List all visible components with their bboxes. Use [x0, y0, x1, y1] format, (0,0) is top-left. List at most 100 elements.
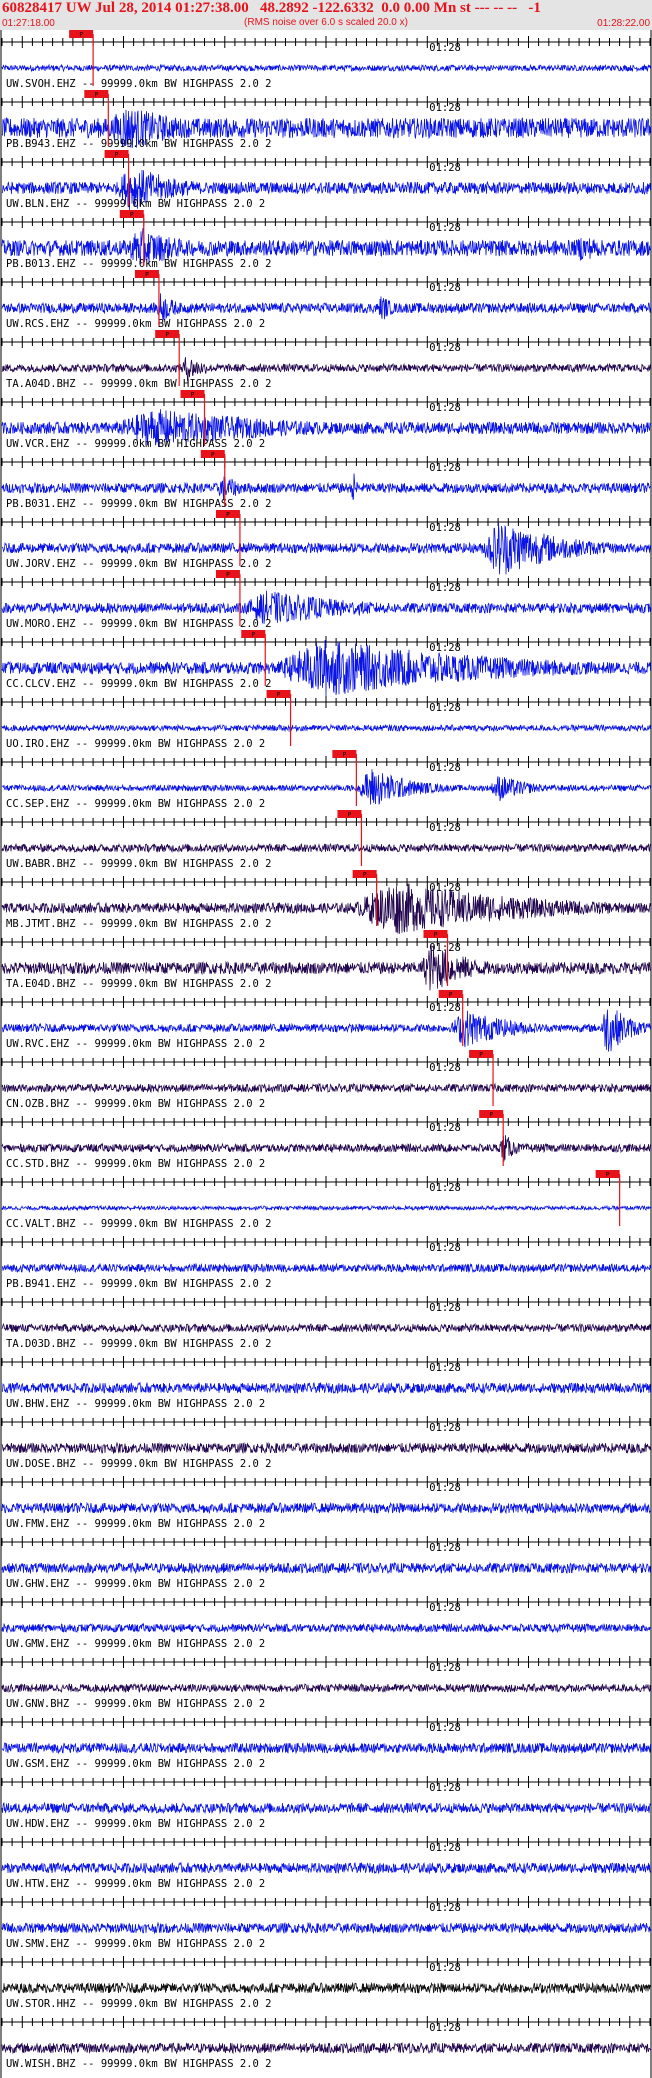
waveform-trace — [1, 723, 651, 733]
station-label: UW.RCS.EHZ -- 99999.0km BW HIGHPASS 2.0 … — [6, 318, 265, 330]
minute-mark-label: 01:28 — [429, 1002, 461, 1014]
minute-mark-label: 01:28 — [429, 2022, 461, 2034]
pick-flag-label: P — [226, 572, 230, 579]
station-label: UW.JORV.EHZ -- 99999.0km BW HIGHPASS 2.0… — [6, 558, 272, 570]
station-label: PB.B013.EHZ -- 99999.0km BW HIGHPASS 2.0… — [6, 258, 272, 270]
station-label: PB.B941.EHZ -- 99999.0km BW HIGHPASS 2.0… — [6, 1278, 272, 1290]
station-label: UW.SVOH.EHZ -- 99999.0km BW HIGHPASS 2.0… — [6, 78, 272, 90]
station-label: UO.IRO.EHZ -- 99999.0km BW HIGHPASS 2.0 … — [6, 738, 265, 750]
station-label: MB.JTMT.BHZ -- 99999.0km BW HIGHPASS 2.0… — [6, 918, 272, 930]
station-label: CC.SEP.EHZ -- 99999.0km BW HIGHPASS 2.0 … — [6, 798, 265, 810]
station-label: UW.VCR.EHZ -- 99999.0km BW HIGHPASS 2.0 … — [6, 438, 265, 450]
minute-mark-label: 01:28 — [429, 342, 461, 354]
minute-mark-label: 01:28 — [429, 1662, 461, 1674]
pick-flag-label: P — [130, 212, 134, 219]
minute-mark-label: 01:28 — [429, 1722, 461, 1734]
station-label: CC.CLCV.EHZ -- 99999.0km BW HIGHPASS 2.0… — [6, 678, 272, 690]
minute-mark-label: 01:28 — [429, 1602, 461, 1614]
station-label: UW.BABR.BHZ -- 99999.0km BW HIGHPASS 2.0… — [6, 858, 272, 870]
pick-flag-label: P — [115, 152, 119, 159]
station-label: UW.GHW.EHZ -- 99999.0km BW HIGHPASS 2.0 … — [6, 1578, 265, 1590]
minute-mark-label: 01:28 — [429, 1542, 461, 1554]
waveform-trace — [1, 63, 651, 73]
station-label: PB.B943.EHZ -- 99999.0km BW HIGHPASS 2.0… — [6, 138, 272, 150]
minute-mark-label: 01:28 — [429, 642, 461, 654]
minute-mark-label: 01:28 — [429, 522, 461, 534]
pick-flag-label: P — [95, 92, 99, 99]
waveform-trace — [1, 1682, 651, 1694]
waveform-trace — [1, 1622, 651, 1634]
station-label: UW.RVC.EHZ -- 99999.0km BW HIGHPASS 2.0 … — [6, 1038, 265, 1050]
minute-mark-label: 01:28 — [429, 162, 461, 174]
station-label: CC.VALT.BHZ -- 99999.0km BW HIGHPASS 2.0… — [6, 1218, 272, 1230]
waveform-trace — [1, 1322, 651, 1334]
station-label: UW.GNW.BHZ -- 99999.0km BW HIGHPASS 2.0 … — [6, 1698, 265, 1710]
waveform-trace — [1, 473, 651, 501]
pick-flag-label: P — [251, 632, 255, 639]
station-label: UW.GSM.EHZ -- 99999.0km BW HIGHPASS 2.0 … — [6, 1758, 265, 1770]
minute-mark-label: 01:28 — [429, 1062, 461, 1074]
seismogram-plot: 01:28 UW.SVOH.EHZ -- 99999.0km BW HIGHPAS… — [0, 30, 652, 2078]
waveform-trace — [1, 2041, 651, 2055]
pick-flag-label: P — [434, 932, 438, 939]
pick-flag-label: P — [363, 872, 367, 879]
minute-mark-label: 01:28 — [429, 822, 461, 834]
station-label: TA.A04D.BHZ -- 99999.0km BW HIGHPASS 2.0… — [6, 378, 272, 390]
station-label: UW.BLN.EHZ -- 99999.0km BW HIGHPASS 2.0 … — [6, 198, 265, 210]
pick-flag-label: P — [606, 1172, 610, 1179]
waveform-trace — [1, 1861, 651, 1875]
station-label: PB.B031.EHZ -- 99999.0km BW HIGHPASS 2.0… — [6, 498, 272, 510]
station-label: UW.BHW.EHZ -- 99999.0km BW HIGHPASS 2.0 … — [6, 1398, 265, 1410]
minute-mark-label: 01:28 — [429, 402, 461, 414]
waveform-trace — [1, 1741, 651, 1755]
pick-flag-label: P — [165, 332, 169, 339]
minute-mark-label: 01:28 — [429, 462, 461, 474]
waveform-trace — [1, 1981, 651, 1995]
station-label: UW.HDW.EHZ -- 99999.0km BW HIGHPASS 2.0 … — [6, 1818, 265, 1830]
pick-flag-label: P — [489, 1112, 493, 1119]
station-label: CC.STD.BHZ -- 99999.0km BW HIGHPASS 2.0 … — [6, 1158, 265, 1170]
waveform-trace — [1, 1561, 651, 1575]
pick-flag-label: P — [479, 1052, 483, 1059]
waveform-trace — [1, 293, 651, 320]
waveform-trace — [1, 1082, 651, 1094]
pick-flag-label: P — [277, 692, 281, 699]
minute-mark-label: 01:28 — [429, 1482, 461, 1494]
waveform-trace — [1, 1262, 651, 1274]
pick-flag-label: P — [348, 812, 352, 819]
station-label: UW.GMW.EHZ -- 99999.0km BW HIGHPASS 2.0 … — [6, 1638, 265, 1650]
waveform-trace — [1, 1801, 651, 1815]
waveform-trace — [1, 1501, 651, 1515]
pick-flag-label: P — [226, 512, 230, 519]
station-label: UW.MORO.EHZ -- 99999.0km BW HIGHPASS 2.0… — [6, 618, 272, 630]
minute-mark-label: 01:28 — [429, 1962, 461, 1974]
minute-mark-label: 01:28 — [429, 1182, 461, 1194]
minute-mark-label: 01:28 — [429, 1902, 461, 1914]
minute-mark-label: 01:28 — [429, 282, 461, 294]
waveform-trace — [1, 842, 651, 854]
minute-mark-label: 01:28 — [429, 42, 461, 54]
minute-mark-label: 01:28 — [429, 102, 461, 114]
minute-mark-label: 01:28 — [429, 1362, 461, 1374]
station-label: TA.D03D.BHZ -- 99999.0km BW HIGHPASS 2.0… — [6, 1338, 272, 1350]
station-label: UW.STOR.HHZ -- 99999.0km BW HIGHPASS 2.0… — [6, 1998, 272, 2010]
waveform-trace — [1, 1204, 651, 1212]
station-label: UW.HTW.EHZ -- 99999.0km BW HIGHPASS 2.0 … — [6, 1878, 265, 1890]
waveform-trace — [2, 1381, 651, 1395]
pick-flag-label: P — [191, 392, 195, 399]
minute-mark-label: 01:28 — [429, 1842, 461, 1854]
station-label: UW.WISH.BHZ -- 99999.0km BW HIGHPASS 2.0… — [6, 2058, 272, 2070]
minute-mark-label: 01:28 — [429, 1242, 461, 1254]
station-label: UW.SMW.EHZ -- 99999.0km BW HIGHPASS 2.0 … — [6, 1938, 265, 1950]
waveform-trace — [1, 1921, 651, 1935]
pick-flag-label: P — [145, 272, 149, 279]
minute-mark-label: 01:28 — [429, 1122, 461, 1134]
minute-mark-label: 01:28 — [429, 1422, 461, 1434]
minute-mark-label: 01:28 — [429, 1302, 461, 1314]
station-label: CN.OZB.BHZ -- 99999.0km BW HIGHPASS 2.0 … — [6, 1098, 265, 1110]
minute-mark-label: 01:28 — [429, 582, 461, 594]
pick-flag-label: P — [211, 452, 215, 459]
station-label: UW.FMW.EHZ -- 99999.0km BW HIGHPASS 2.0 … — [6, 1518, 265, 1530]
station-label: TA.E04D.BHZ -- 99999.0km BW HIGHPASS 2.0… — [6, 978, 272, 990]
pick-flag-label: P — [79, 32, 83, 39]
